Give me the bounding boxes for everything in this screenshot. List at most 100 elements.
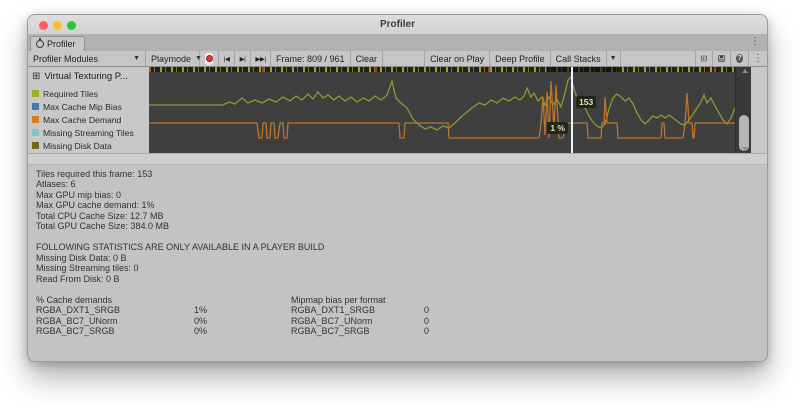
- cache-demands-table: % Cache demands RGBA_DXT1_SRGB 1% RGBA_BC7…: [36, 295, 214, 337]
- tab-label: Profiler: [47, 39, 76, 49]
- deep-profile-toggle[interactable]: Deep Profile: [490, 51, 551, 66]
- legend-color-swatch: [32, 142, 39, 149]
- table-row: RGBA_BC7_SRGB 0: [291, 326, 429, 336]
- table-row: RGBA_DXT1_SRGB 1%: [36, 305, 214, 315]
- legend-list: Required Tiles Max Cache Mip Bias Max Cach…: [32, 87, 149, 152]
- record-button[interactable]: [200, 51, 219, 66]
- tab-context-menu-icon[interactable]: ⋮: [750, 36, 760, 47]
- load-icon: [701, 55, 707, 62]
- format-value: 0%: [194, 326, 208, 337]
- toolbar-flex-space: [621, 51, 695, 66]
- stat-line: Total CPU Cache Size: 12.7 MB: [36, 210, 164, 221]
- selected-frame-tiles-badge: 153: [576, 96, 597, 108]
- format-name: RGBA_BC7_UNorm: [36, 315, 118, 326]
- series-max-cache-demand: [149, 80, 751, 139]
- scroll-down-icon[interactable]: [741, 147, 748, 151]
- titlebar: Profiler: [28, 15, 767, 35]
- current-frame-button[interactable]: ▶▶|: [251, 51, 271, 66]
- stat-line: Tiles required this frame: 153: [36, 169, 153, 179]
- playmode-dropdown[interactable]: Playmode ▼: [146, 51, 202, 66]
- call-stacks-button[interactable]: Call Stacks: [551, 51, 607, 66]
- format-name: RGBA_BC7_SRGB: [291, 326, 370, 337]
- scroll-up-icon[interactable]: [741, 69, 748, 73]
- help-icon: ?: [736, 54, 743, 63]
- profiler-modules-label: Profiler Modules: [33, 53, 99, 64]
- legend-item[interactable]: Max Cache Mip Bias: [32, 100, 149, 113]
- chevron-down-icon: ▼: [609, 55, 617, 62]
- format-value: 0: [423, 305, 429, 316]
- tab-bar: Profiler ⋮: [28, 35, 767, 51]
- frame-stats-block: Tiles required this frame: 153 Atlases: 6…: [36, 169, 767, 231]
- series-required-tiles: [149, 75, 751, 131]
- table-row: RGBA_BC7_UNorm 0: [291, 316, 429, 326]
- legend-color-swatch: [32, 90, 39, 97]
- format-name: RGBA_DXT1_SRGB: [36, 305, 121, 316]
- stat-line: Total GPU Cache Size: 384.0 MB: [36, 221, 170, 232]
- module-header[interactable]: ⊞ Virtual Texturing P...: [32, 71, 149, 82]
- kebab-menu-icon: ⋮: [753, 53, 763, 64]
- save-profile-button[interactable]: [713, 51, 731, 66]
- window-title: Profiler: [379, 19, 415, 30]
- profiler-modules-dropdown[interactable]: Profiler Modules ▼: [28, 51, 146, 66]
- save-icon: [718, 55, 725, 62]
- table-row: RGBA_BC7_SRGB 0%: [36, 326, 214, 336]
- grid-icon: ⊞: [32, 71, 41, 82]
- legend-item[interactable]: Missing Disk Data: [32, 139, 149, 152]
- call-stacks-dropdown[interactable]: ▼: [607, 51, 621, 66]
- help-button[interactable]: ?: [731, 51, 749, 66]
- frame-counter: Frame: 809 / 961: [271, 51, 351, 66]
- stat-line: Max GPU mip bias: 0: [36, 189, 122, 200]
- format-name: RGBA_BC7_SRGB: [36, 326, 115, 337]
- legend-label: Missing Streaming Tiles: [43, 127, 134, 138]
- record-icon: [205, 55, 213, 62]
- format-name: RGBA_DXT1_SRGB: [291, 305, 376, 316]
- profiler-stopwatch-icon: [36, 38, 44, 48]
- chevron-down-icon: ▼: [133, 55, 140, 62]
- format-value: 0%: [194, 315, 208, 326]
- cache-demands-title: % Cache demands: [36, 295, 113, 306]
- mipmap-bias-table: Mipmap bias per format RGBA_DXT1_SRGB 0 RG…: [291, 295, 429, 337]
- tab-profiler[interactable]: Profiler: [30, 36, 85, 51]
- stat-line: Atlases: 6: [36, 179, 76, 190]
- stat-line: Max GPU cache demand: 1%: [36, 200, 155, 211]
- legend-item[interactable]: Required Tiles: [32, 87, 149, 100]
- load-profile-button[interactable]: [695, 51, 713, 66]
- window-menu-button[interactable]: ⋮: [749, 51, 767, 66]
- legend-color-swatch: [32, 103, 39, 110]
- previous-frame-button[interactable]: |◀: [219, 51, 235, 66]
- player-build-stats-block: FOLLOWING STATISTICS ARE ONLY AVAILABLE …: [36, 242, 767, 284]
- scrollbar-thumb[interactable]: [739, 115, 749, 151]
- profiler-window: Profiler Profiler ⋮ Profiler Modules ▼ P…: [27, 14, 768, 362]
- selected-frame-percent-badge: 1 %: [547, 122, 568, 134]
- next-frame-button[interactable]: ▶|: [235, 51, 251, 66]
- stat-line: Missing Disk Data: 0 B: [36, 252, 127, 263]
- legend-item[interactable]: Missing Streaming Tiles: [32, 126, 149, 139]
- selected-frame-marker[interactable]: [571, 67, 573, 153]
- legend-color-swatch: [32, 129, 39, 136]
- legend-label: Missing Disk Data: [43, 140, 112, 151]
- format-name: RGBA_BC7_UNorm: [291, 315, 373, 326]
- toolbar: Profiler Modules ▼ Playmode ▼ |◀ ▶| ▶▶| …: [28, 51, 767, 67]
- playmode-label: Playmode: [151, 53, 192, 64]
- table-row: RGBA_BC7_UNorm 0%: [36, 316, 214, 326]
- virtual-texturing-module: ⊞ Virtual Texturing P... Required Tiles M…: [28, 67, 767, 153]
- legend-label: Max Cache Mip Bias: [43, 101, 122, 112]
- stat-line: Read From Disk: 0 B: [36, 273, 120, 284]
- clear-on-play-toggle[interactable]: Clear on Play: [425, 51, 491, 66]
- chart-series-svg: [149, 75, 751, 139]
- table-row: RGBA_DXT1_SRGB 0: [291, 305, 429, 315]
- format-value: 0: [423, 326, 429, 337]
- module-title: Virtual Texturing P...: [44, 71, 128, 82]
- panel-splitter[interactable]: [28, 153, 767, 165]
- module-legend-panel: ⊞ Virtual Texturing P... Required Tiles M…: [28, 67, 149, 153]
- legend-label: Max Cache Demand: [43, 114, 122, 125]
- legend-color-swatch: [32, 116, 39, 123]
- clear-button[interactable]: Clear: [351, 51, 384, 66]
- chart-vertical-scrollbar[interactable]: [735, 67, 751, 153]
- profiler-chart[interactable]: 153 1 %: [149, 67, 751, 153]
- details-panel: Tiles required this frame: 153 Atlases: 6…: [28, 165, 767, 361]
- format-tables: % Cache demands RGBA_DXT1_SRGB 1% RGBA_BC7…: [36, 295, 767, 355]
- legend-label: Required Tiles: [43, 88, 98, 99]
- legend-item[interactable]: Max Cache Demand: [32, 113, 149, 126]
- mipmap-bias-title: Mipmap bias per format: [291, 295, 386, 306]
